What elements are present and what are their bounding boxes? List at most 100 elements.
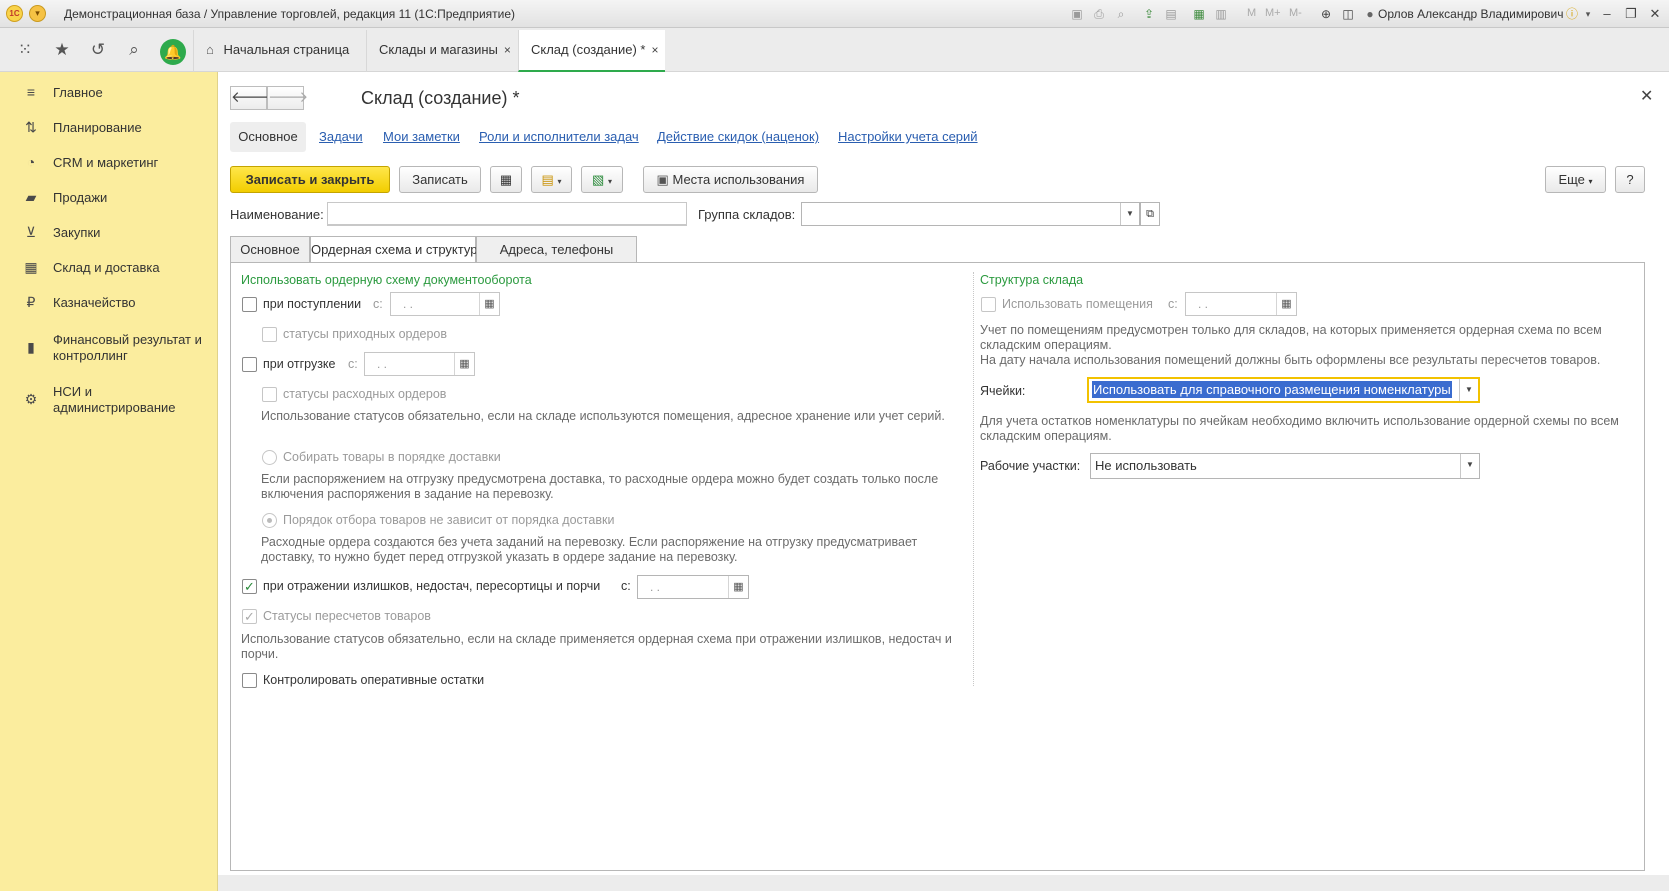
- notifications-bell-icon[interactable]: 🔔: [160, 39, 186, 65]
- save-icon[interactable]: ▣: [1069, 6, 1085, 22]
- receipt-status-checkbox[interactable]: [262, 327, 277, 342]
- warehouse-group-input[interactable]: ▼: [801, 202, 1140, 226]
- receipt-checkbox[interactable]: [242, 297, 257, 312]
- tab-home[interactable]: ⌂ Начальная страница: [193, 30, 356, 72]
- print-icon[interactable]: ⎙: [1091, 6, 1107, 22]
- sections-panel: ≡ Главное ⇅ Планирование ◔ CRM и маркетинг …: [0, 72, 218, 891]
- attach-icon[interactable]: ⇪: [1141, 6, 1157, 22]
- user-icon: ●: [1366, 7, 1374, 21]
- surplus-date-input[interactable]: . . ▦: [637, 575, 749, 599]
- section-tasks[interactable]: Задачи: [319, 122, 363, 152]
- shipment-date-label: с:: [348, 357, 358, 371]
- preview-icon[interactable]: ⌕: [1113, 6, 1129, 22]
- sidebar-item-purchases[interactable]: ⊻ Закупки: [0, 218, 218, 248]
- save-and-close-button[interactable]: Записать и закрыть: [230, 166, 390, 193]
- document-icon[interactable]: ▤: [1163, 6, 1179, 22]
- sidebar-item-warehouse[interactable]: ▦ Склад и доставка: [0, 253, 218, 283]
- zoom-icon[interactable]: ⊕: [1318, 6, 1334, 22]
- sidebar-item-admin[interactable]: ⚙ НСИ и администрирование: [0, 377, 218, 421]
- tab-close-icon[interactable]: ×: [504, 43, 511, 57]
- structure-header: Структура склада: [980, 273, 1084, 287]
- create-based-on-icon[interactable]: ▤ ▾: [531, 166, 572, 193]
- radio-delivery-order[interactable]: [262, 450, 277, 465]
- radio-independent-order[interactable]: [262, 513, 277, 528]
- tab-order-scheme[interactable]: Ордерная схема и структура: [310, 236, 485, 263]
- order-scheme-header: Использовать ордерную схему документообо…: [241, 273, 532, 287]
- calendar-icon[interactable]: ▥: [1213, 6, 1229, 22]
- name-input[interactable]: [327, 202, 687, 226]
- section-discounts[interactable]: Действие скидок (наценок): [657, 122, 819, 152]
- back-button[interactable]: 🡐: [230, 86, 271, 110]
- dropdown-arrow-icon[interactable]: ▼: [1459, 379, 1478, 401]
- dropdown-arrow-icon[interactable]: ▼: [1120, 203, 1139, 225]
- more-button[interactable]: Еще ▾: [1545, 166, 1606, 193]
- spreadsheet-icon[interactable]: ▦: [1191, 6, 1207, 22]
- main-menu-button[interactable]: ▾: [29, 5, 46, 22]
- memory-mminus-button[interactable]: M-: [1289, 7, 1302, 19]
- name-label: Наименование:: [230, 207, 324, 222]
- memory-mplus-button[interactable]: M+: [1265, 7, 1281, 19]
- window-close-button[interactable]: ✕: [1646, 5, 1664, 23]
- use-rooms-date-input[interactable]: . . ▦: [1185, 292, 1297, 316]
- minimize-button[interactable]: –: [1598, 5, 1616, 23]
- sidebar-item-finance[interactable]: ▮ Финансовый результат и контроллинг: [0, 325, 218, 369]
- apps-grid-icon[interactable]: ⁙: [13, 38, 37, 62]
- workplaces-label: Рабочие участки:: [980, 459, 1081, 473]
- save-button[interactable]: Записать: [399, 166, 481, 193]
- receipt-date-input[interactable]: . . ▦: [390, 292, 500, 316]
- section-roles[interactable]: Роли и исполнители задач: [479, 122, 639, 152]
- rooms-note: Учет по помещениям предусмотрен только д…: [980, 323, 1602, 367]
- calculator-icon[interactable]: ▦: [490, 166, 522, 193]
- control-stock-label: Контролировать оперативные остатки: [263, 673, 485, 687]
- radio-delivery-order-label: Собирать товары в порядке доставки: [283, 450, 501, 464]
- dropdown-arrow-icon[interactable]: ▼: [1460, 454, 1479, 478]
- usage-icon: ▣: [656, 172, 669, 187]
- print-menu-icon[interactable]: ▧ ▾: [581, 166, 623, 193]
- tab-warehouses-list[interactable]: Склады и магазины ×: [366, 30, 518, 72]
- shipment-status-checkbox[interactable]: [262, 387, 277, 402]
- control-stock-checkbox[interactable]: [242, 673, 257, 688]
- help-button[interactable]: ?: [1615, 166, 1645, 193]
- favorites-star-icon[interactable]: ★: [50, 38, 74, 62]
- sidebar-item-planning[interactable]: ⇅ Планирование: [0, 113, 218, 143]
- sidebar-item-main[interactable]: ≡ Главное: [0, 78, 218, 108]
- info-dropdown-icon[interactable]: ▾: [1580, 6, 1596, 22]
- panel-icon[interactable]: ◫: [1340, 6, 1356, 22]
- window-title: Демонстрационная база / Управление торго…: [64, 7, 516, 21]
- section-series[interactable]: Настройки учета серий: [838, 122, 978, 152]
- sidebar-item-crm[interactable]: ◔ CRM и маркетинг: [0, 148, 218, 178]
- calendar-icon[interactable]: ▦: [1276, 293, 1296, 315]
- tab-close-icon[interactable]: ×: [651, 43, 658, 57]
- search-icon[interactable]: ⌕: [122, 38, 146, 62]
- recount-status-checkbox[interactable]: ✓: [242, 609, 257, 624]
- open-group-icon[interactable]: ⧉: [1140, 202, 1160, 226]
- cells-label: Ячейки:: [980, 384, 1026, 398]
- tab-warehouses-list-label: Склады и магазины: [379, 42, 498, 57]
- surplus-checkbox[interactable]: ✓: [242, 579, 257, 594]
- calendar-icon[interactable]: ▦: [479, 293, 499, 315]
- current-user[interactable]: Орлов Александр Владимирович: [1378, 7, 1564, 21]
- section-main[interactable]: Основное: [230, 122, 306, 152]
- shipment-date-input[interactable]: . . ▦: [364, 352, 475, 376]
- calendar-icon[interactable]: ▦: [728, 576, 748, 598]
- cells-select[interactable]: Использовать для справочного размещения …: [1087, 377, 1480, 403]
- memory-m-button[interactable]: M: [1247, 7, 1256, 19]
- forward-button[interactable]: 🡒: [267, 86, 308, 110]
- restore-button[interactable]: ❐: [1622, 5, 1640, 23]
- calendar-icon[interactable]: ▦: [454, 353, 474, 375]
- tab-addresses[interactable]: Адреса, телефоны: [476, 236, 637, 263]
- history-icon[interactable]: ↺: [86, 38, 110, 62]
- status-bar: [218, 875, 1669, 891]
- usage-places-button[interactable]: ▣ Места использования: [643, 166, 818, 193]
- section-notes[interactable]: Мои заметки: [383, 122, 460, 152]
- app-logo-icon: 1С: [6, 5, 23, 22]
- info-icon[interactable]: ⓘ: [1564, 6, 1580, 22]
- sidebar-item-sales[interactable]: ▰ Продажи: [0, 183, 218, 213]
- workplaces-select[interactable]: Не использовать ▼: [1090, 453, 1480, 479]
- use-rooms-checkbox[interactable]: [981, 297, 996, 312]
- tab-warehouse-create[interactable]: Склад (создание) * ×: [518, 30, 665, 72]
- form-close-button[interactable]: ✕: [1640, 86, 1653, 106]
- tab-main[interactable]: Основное: [230, 236, 310, 263]
- sidebar-item-treasury[interactable]: ₽ Казначейство: [0, 288, 218, 318]
- shipment-checkbox[interactable]: [242, 357, 257, 372]
